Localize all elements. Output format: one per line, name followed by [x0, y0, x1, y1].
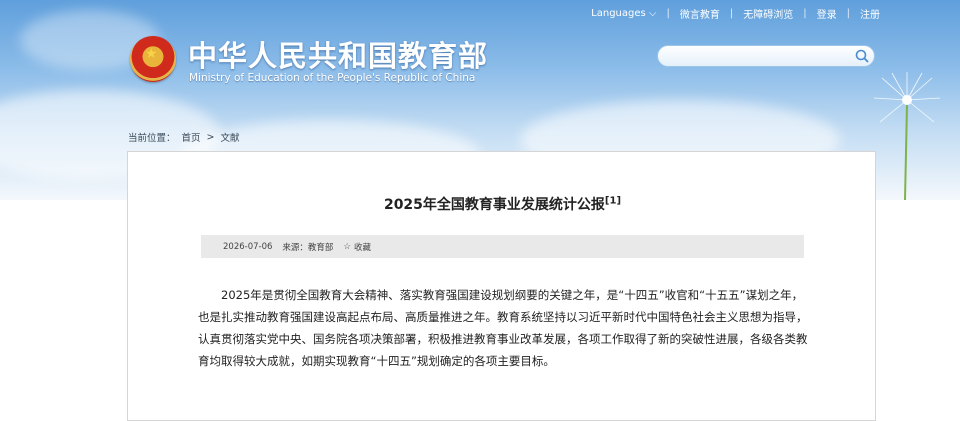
favorite-label: 收藏	[354, 242, 372, 253]
article-paragraph: 2025年是贯彻全国教育大会精神、落实教育强国建设规划纲要的关键之年，是“十四五…	[198, 288, 808, 368]
dandelion-decoration	[873, 72, 941, 200]
divider: |	[803, 7, 807, 19]
site-title-en: Ministry of Education of the People's Re…	[189, 72, 476, 84]
search-box	[657, 45, 875, 68]
search-icon[interactable]	[855, 49, 869, 63]
article-card: 2025年全国教育事业发展统计公报[1] 2026-07-06 来源：教育部 ☆…	[127, 151, 876, 421]
weiyan-link[interactable]: 微言教育	[680, 6, 720, 21]
breadcrumb: 当前位置： 首页 > 文献	[128, 130, 240, 145]
breadcrumb-docs-link[interactable]: 文献	[221, 130, 240, 144]
site-title: 中华人民共和国教育部	[188, 39, 489, 73]
article-title-text: 2025年全国教育事业发展统计公报	[383, 197, 605, 213]
login-link[interactable]: 登录	[817, 6, 837, 21]
top-nav: Languages ⌵ | 微言教育 | 无障碍浏览 | 登录 | 注册	[591, 5, 880, 21]
languages-link[interactable]: Languages ⌵	[591, 8, 656, 19]
search-input[interactable]	[658, 47, 858, 68]
publish-date: 2026-07-06	[223, 241, 273, 252]
divider: |	[666, 7, 670, 19]
register-link[interactable]: 注册	[860, 6, 880, 21]
article-title: 2025年全国教育事业发展统计公报[1]	[128, 194, 877, 214]
breadcrumb-separator: >	[206, 131, 215, 143]
breadcrumb-prefix: 当前位置：	[128, 133, 176, 144]
accessibility-link[interactable]: 无障碍浏览	[743, 6, 793, 21]
footnote-link[interactable]: [1]	[605, 195, 621, 206]
national-emblem-icon: ★	[130, 36, 176, 82]
chevron-down-icon: ⌵	[648, 7, 657, 19]
divider: |	[846, 7, 850, 19]
favorite-button[interactable]: ☆ 收藏	[343, 241, 371, 253]
article-source: 来源：教育部	[282, 242, 334, 253]
article-meta-bar: 2026-07-06 来源：教育部 ☆ 收藏	[201, 235, 804, 258]
breadcrumb-home-link[interactable]: 首页	[182, 130, 201, 144]
star-icon: ☆	[343, 241, 352, 252]
divider: |	[729, 7, 734, 19]
